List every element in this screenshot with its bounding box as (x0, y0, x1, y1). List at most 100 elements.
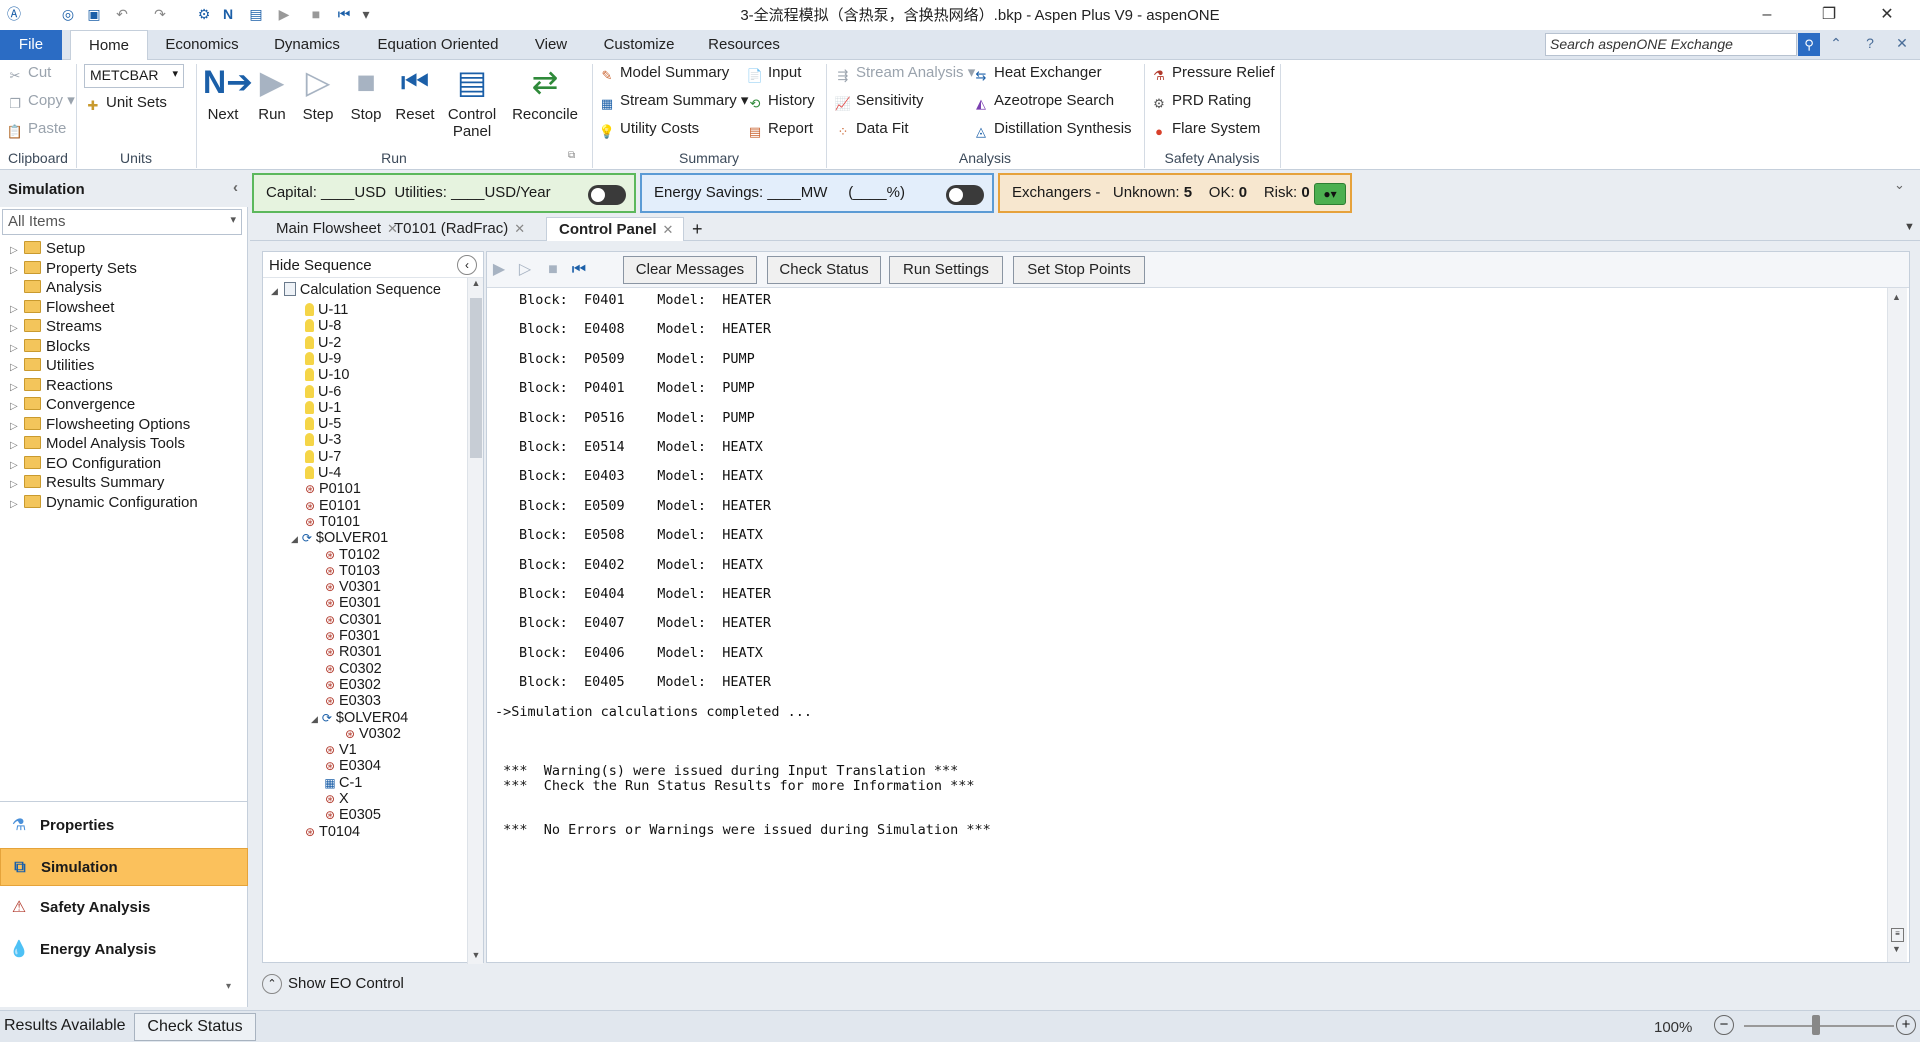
sequence-root[interactable]: ◢ Calculation Sequence (271, 280, 441, 300)
close-pane-icon[interactable]: ✕ (1892, 33, 1912, 53)
economics-toggle[interactable] (588, 185, 626, 205)
sequence-scrollbar[interactable]: ▲ ▼ (467, 278, 483, 964)
tab-t0101[interactable]: T0101 (RadFrac) ✕ (382, 217, 535, 241)
close-button[interactable]: ✕ (1864, 0, 1910, 30)
collapse-icon[interactable]: ◢ (291, 534, 298, 544)
heat-exchanger-button[interactable]: ⇆ Heat Exchanger (972, 62, 1102, 84)
tab-control-panel[interactable]: Control Panel ✕ (546, 217, 685, 241)
check-status-statusbar-button[interactable]: Check Status (134, 1013, 256, 1041)
close-icon[interactable]: ✕ (663, 222, 674, 237)
nav-simulation[interactable]: ⧉ Simulation (0, 848, 248, 886)
collapse-icon[interactable]: ◢ (271, 286, 278, 296)
input-button[interactable]: 📄 Input (746, 62, 801, 84)
help-icon[interactable]: ? (1860, 33, 1880, 53)
reset-button[interactable]: ⏮ Reset (394, 62, 436, 123)
sequence-item[interactable]: ⊛ T0104 (303, 822, 360, 842)
tab-home[interactable]: Home (70, 30, 148, 61)
tab-view[interactable]: View (526, 30, 576, 60)
message-log[interactable]: Block: F0401 Model: HEATER Block: E0408 M… (487, 288, 1887, 962)
prd-rating-button[interactable]: ⚙ PRD Rating (1150, 90, 1251, 112)
filter-select[interactable]: All Items ▾ (2, 209, 242, 235)
copy-button[interactable]: ❐ Copy ▾ (6, 90, 75, 112)
check-status-button[interactable]: Check Status (767, 256, 881, 284)
next-button[interactable]: N➔ Next (202, 62, 253, 123)
reconcile-button[interactable]: ⇄ Reconcile (510, 62, 580, 123)
azeotrope-search-button[interactable]: ◭ Azeotrope Search (972, 90, 1114, 112)
reset-icon[interactable]: ⏮ (334, 4, 354, 24)
history-button[interactable]: ⟲ History (746, 90, 815, 112)
log-scrollbar[interactable]: ▲ ≡ ▼ (1887, 288, 1907, 962)
search-input[interactable]: Search aspenONE Exchange (1545, 33, 1797, 56)
chevron-down-icon[interactable]: ⌄ (1894, 177, 1905, 193)
restore-button[interactable]: ❐ (1806, 0, 1852, 30)
chevron-left-icon[interactable]: ‹ (457, 255, 477, 275)
exchangers-status-icon[interactable]: ●▾ (1314, 183, 1346, 205)
new-icon[interactable]: ◎ (58, 4, 78, 24)
run-icon[interactable]: ▶ (274, 4, 294, 24)
show-eo-control[interactable]: ⌃ Show EO Control (262, 971, 762, 997)
minimize-button[interactable]: – (1744, 0, 1790, 30)
collapse-icon[interactable]: ‹ (233, 179, 238, 196)
tab-dynamics[interactable]: Dynamics (266, 30, 348, 60)
clear-messages-button[interactable]: Clear Messages (623, 256, 757, 284)
search-icon[interactable]: ⚲ (1798, 33, 1820, 56)
model-summary-button[interactable]: ✎ Model Summary (598, 62, 730, 84)
tab-list-icon[interactable]: ▼ (1904, 221, 1915, 233)
stop-icon[interactable]: ■ (543, 260, 563, 280)
sensitivity-button[interactable]: 📈 Sensitivity (834, 90, 924, 112)
flare-system-button[interactable]: ● Flare System (1150, 118, 1260, 140)
aspen-logo-icon[interactable]: Ⓐ (4, 4, 24, 24)
scroll-down-icon[interactable]: ▼ (470, 950, 482, 960)
tab-equation-oriented[interactable]: Equation Oriented (370, 30, 506, 60)
dialog-launcher-icon[interactable]: ⧉ (568, 150, 575, 161)
nav-safety-analysis[interactable]: ⚠ Safety Analysis (0, 889, 248, 927)
redo-icon[interactable]: ↷ (150, 4, 170, 24)
zoom-slider-thumb[interactable] (1812, 1015, 1820, 1035)
nav-properties[interactable]: ⚗ Properties (0, 807, 248, 845)
nav-energy-analysis[interactable]: 💧 Energy Analysis (0, 931, 248, 969)
scroll-thumb[interactable]: ≡ (1891, 928, 1904, 942)
collapse-icon[interactable]: ◢ (311, 714, 318, 724)
save-icon[interactable]: ▣ (84, 4, 104, 24)
stream-summary-button[interactable]: ▦ Stream Summary ▾ (598, 90, 749, 112)
utility-costs-button[interactable]: 💡 Utility Costs (598, 118, 699, 140)
properties-icon[interactable]: ⚙ (194, 4, 214, 24)
paste-button[interactable]: 📋 Paste (6, 118, 66, 140)
scroll-up-icon[interactable]: ▲ (1892, 292, 1901, 302)
collapse-ribbon-icon[interactable]: ⌃ (1826, 33, 1846, 53)
pressure-relief-button[interactable]: ⚗ Pressure Relief (1150, 62, 1274, 84)
sidebar-item[interactable]: ▷ Dynamic Configuration (10, 492, 198, 514)
control-panel-icon[interactable]: ▤ (246, 4, 266, 24)
units-select[interactable]: METCBAR ▾ (84, 64, 184, 88)
stream-analysis-button[interactable]: ⇶ Stream Analysis ▾ (834, 62, 976, 84)
scroll-down-icon[interactable]: ▼ (1892, 944, 1901, 954)
hide-sequence-button[interactable]: Hide Sequence ‹ (263, 252, 483, 278)
cut-button[interactable]: ✂ Cut (6, 62, 52, 84)
tab-customize[interactable]: Customize (598, 30, 680, 60)
tab-file[interactable]: File (0, 30, 62, 60)
distillation-synthesis-button[interactable]: ◬ Distillation Synthesis (972, 118, 1132, 140)
step-button[interactable]: ▷ Step (298, 62, 338, 123)
zoom-out-icon[interactable]: − (1714, 1015, 1734, 1035)
scroll-up-icon[interactable]: ▲ (470, 278, 482, 288)
reset-icon[interactable]: ⏮ (569, 260, 589, 280)
scroll-thumb[interactable] (470, 298, 482, 458)
run-settings-button[interactable]: Run Settings (889, 256, 1003, 284)
run-button[interactable]: ▶ Run (252, 62, 292, 123)
tab-resources[interactable]: Resources (702, 30, 786, 60)
control-panel-button[interactable]: ▤ Control Panel (444, 62, 500, 140)
customize-toolbar-icon[interactable]: ▾ (356, 4, 376, 24)
more-icon[interactable]: ▾ (226, 981, 231, 992)
stop-icon[interactable]: ■ (306, 4, 326, 24)
add-tab-button[interactable]: + (680, 217, 713, 241)
energy-toggle[interactable] (946, 185, 984, 205)
expand-icon[interactable]: ▷ (10, 494, 24, 516)
undo-icon[interactable]: ↶ (112, 4, 132, 24)
tab-economics[interactable]: Economics (160, 30, 244, 60)
data-fit-button[interactable]: ⁘ Data Fit (834, 118, 909, 140)
stop-button[interactable]: ■ Stop (346, 62, 386, 123)
run-icon[interactable]: ▶ (489, 260, 509, 280)
next-icon[interactable]: N (218, 4, 238, 24)
close-icon[interactable]: ✕ (514, 221, 525, 236)
set-stop-points-button[interactable]: Set Stop Points (1013, 256, 1145, 284)
